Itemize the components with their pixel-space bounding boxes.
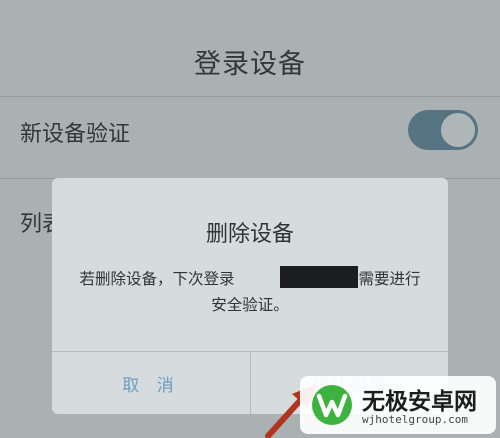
watermark-logo-icon	[312, 385, 352, 425]
watermark-subtitle: wjhotelgroup.com	[362, 413, 468, 426]
redaction-block	[280, 266, 358, 288]
dialog-title: 删除设备	[205, 222, 294, 247]
dialog-message: 若删除设备，下次登录 时需要进行安全验证。	[79, 270, 421, 314]
cancel-button[interactable]: 取 消	[52, 352, 250, 414]
watermark-title: 无极安卓网	[362, 389, 477, 415]
watermark: 无极安卓网 wjhotelgroup.com	[300, 376, 496, 434]
